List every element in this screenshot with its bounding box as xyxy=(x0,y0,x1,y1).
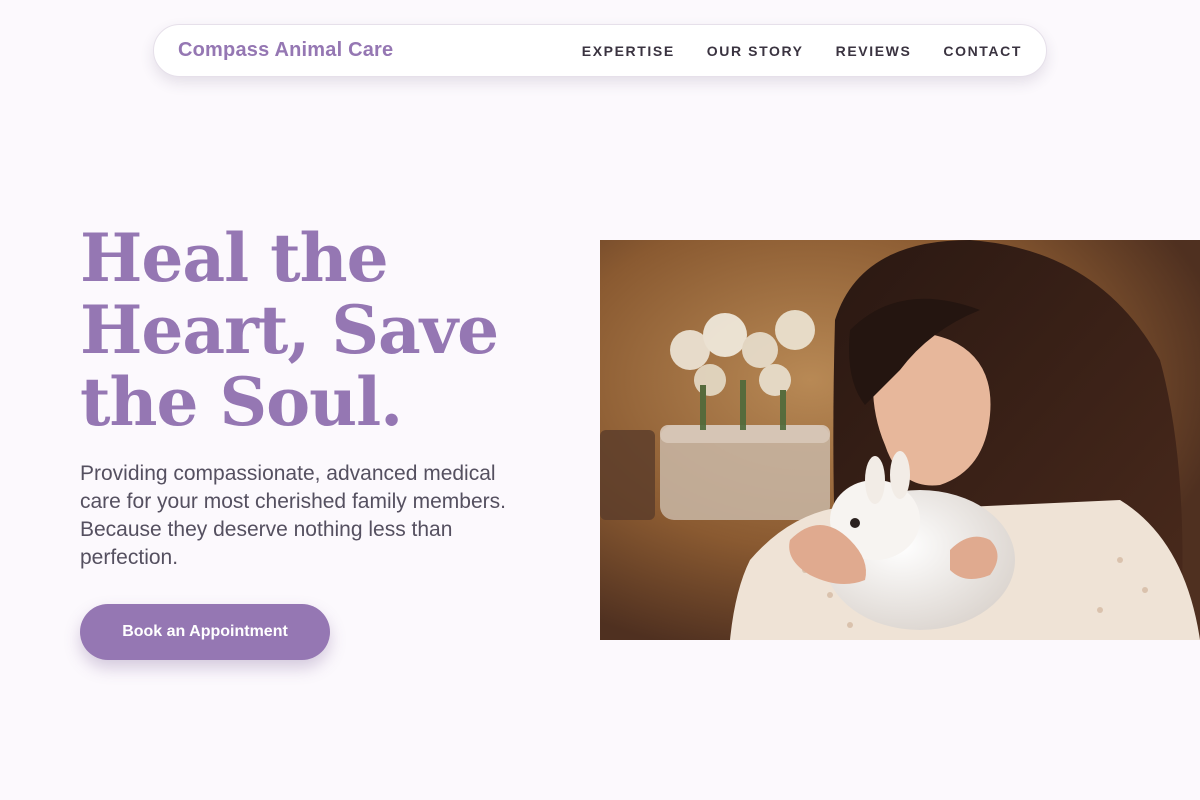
nav-our-story[interactable]: OUR STORY xyxy=(707,43,804,59)
nav-expertise[interactable]: EXPERTISE xyxy=(582,43,675,59)
hero-subtitle: Providing compassionate, advanced medica… xyxy=(80,462,506,569)
hero-image xyxy=(600,240,1200,640)
hero-title: Heal the Heart, Save the Soul. xyxy=(80,219,499,441)
book-appointment-button[interactable]: Book an Appointment xyxy=(80,604,330,660)
navbar: Compass Animal Care EXPERTISE OUR STORY … xyxy=(153,24,1047,77)
nav-reviews[interactable]: REVIEWS xyxy=(836,43,912,59)
nav-contact[interactable]: CONTACT xyxy=(943,43,1022,59)
brand-logo[interactable]: Compass Animal Care xyxy=(178,39,393,62)
hero-image-illustration xyxy=(600,240,1200,640)
nav-menu: EXPERTISE OUR STORY REVIEWS CONTACT xyxy=(582,43,1022,59)
page: Compass Animal Care EXPERTISE OUR STORY … xyxy=(0,0,1200,800)
